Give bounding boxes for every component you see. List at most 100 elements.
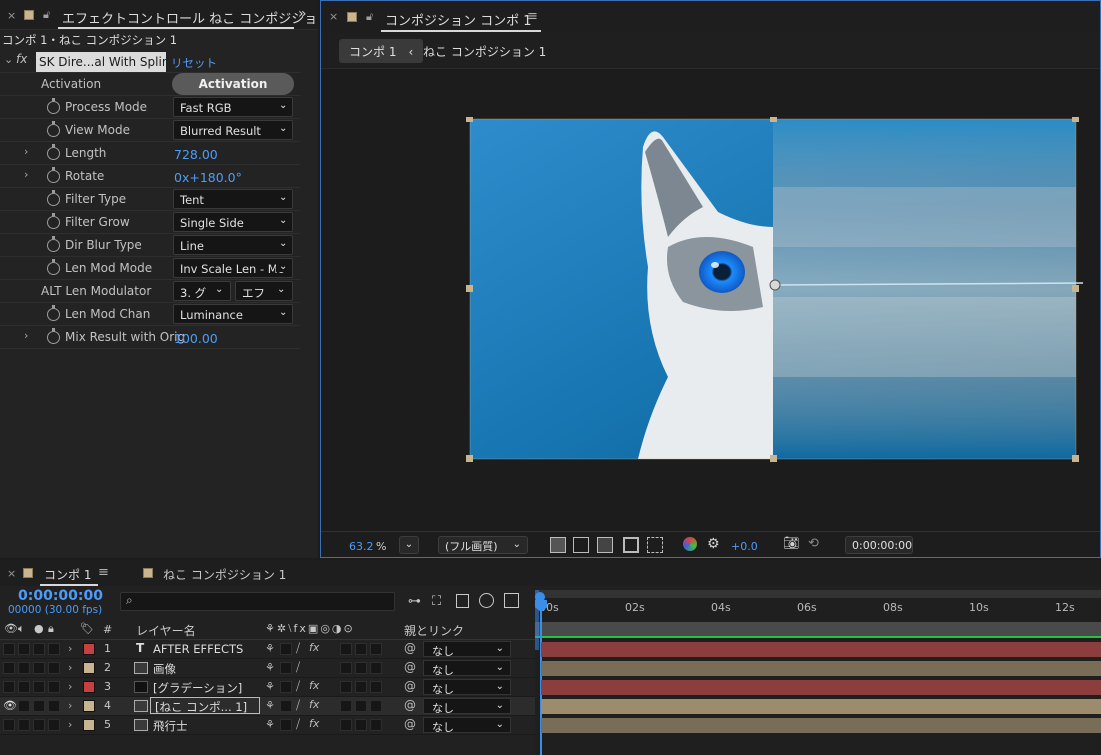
adjustment-switch[interactable]: [370, 643, 382, 655]
lock-toggle[interactable]: [48, 662, 60, 674]
pickwhip-icon[interactable]: @: [404, 717, 416, 731]
panel-menu-square-icon[interactable]: [23, 568, 33, 578]
twirl-right-icon[interactable]: ›: [68, 680, 72, 693]
stopwatch-icon[interactable]: [47, 213, 60, 229]
twirl-right-icon[interactable]: ›: [68, 699, 72, 712]
lock-toggle[interactable]: [48, 700, 60, 712]
property-value[interactable]: 100.00: [174, 331, 218, 346]
cat-image-layer[interactable]: [463, 117, 1083, 473]
pickwhip-icon[interactable]: @: [404, 660, 416, 674]
current-time-display[interactable]: 0:00:00:00: [845, 536, 913, 554]
layer-label-color[interactable]: [83, 700, 95, 712]
solo-toggle[interactable]: [33, 681, 45, 693]
motion-blur-icon[interactable]: [479, 593, 494, 608]
layer-name[interactable]: 画像: [153, 661, 176, 677]
solo-toggle[interactable]: [33, 662, 45, 674]
layer-duration-bar[interactable]: [541, 680, 1101, 695]
switches-header-icons[interactable]: ⚘✲⧵fx▣◎◑⊙: [265, 622, 355, 636]
property-dropdown[interactable]: Blurred Result: [173, 120, 293, 140]
color-management-icon[interactable]: ⚙: [707, 536, 720, 552]
lock-toggle[interactable]: [48, 681, 60, 693]
audio-toggle[interactable]: [18, 700, 30, 712]
reset-link[interactable]: リセット: [171, 55, 217, 71]
label-tag-header-icon[interactable]: 🏷︎: [80, 622, 94, 635]
close-icon[interactable]: ×: [329, 10, 338, 23]
lock-toggle[interactable]: [48, 719, 60, 731]
effect-switch-icon[interactable]: fx: [309, 717, 319, 730]
parent-dropdown[interactable]: なし ⌄: [423, 679, 511, 696]
work-area-range[interactable]: [535, 622, 1101, 636]
frame-blend-switch[interactable]: [340, 662, 352, 674]
motion-blur-switch[interactable]: [355, 700, 367, 712]
quality-switch-icon[interactable]: ⧸: [296, 660, 300, 675]
visibility-toggle[interactable]: [3, 643, 15, 655]
close-icon[interactable]: ×: [7, 9, 16, 22]
layer-search-input[interactable]: ⌕: [120, 592, 395, 611]
shy-switch-icon[interactable]: ⚘: [265, 680, 275, 693]
layer-row[interactable]: › 3 [グラデーション] ⚘ ⧸ fx @ なし ⌄: [0, 678, 535, 697]
hamburger-menu-icon[interactable]: ≡: [98, 565, 109, 580]
visibility-toggle[interactable]: [3, 681, 15, 693]
layer-name[interactable]: 飛行士: [153, 718, 188, 734]
current-comp-crumb[interactable]: ねこ コンポジション 1: [423, 43, 546, 60]
twirl-right-icon[interactable]: ›: [68, 718, 72, 731]
region-of-interest-icon[interactable]: [623, 537, 639, 553]
pickwhip-icon[interactable]: @: [404, 679, 416, 693]
adjustment-switch[interactable]: [370, 662, 382, 674]
hamburger-menu-icon[interactable]: ≡: [527, 9, 538, 24]
solo-header-icon[interactable]: ●: [34, 622, 44, 635]
layer-duration-bar[interactable]: [541, 718, 1101, 733]
shy-switch-icon[interactable]: ⚘: [265, 699, 275, 712]
collapse-switch[interactable]: [280, 719, 292, 731]
motion-blur-switch[interactable]: [355, 662, 367, 674]
lock-icon[interactable]: 🔓︎: [366, 10, 373, 24]
layer-name[interactable]: [グラデーション]: [153, 680, 242, 696]
effect-switch-icon[interactable]: fx: [309, 679, 319, 692]
layer-name-header[interactable]: レイヤー名: [136, 622, 196, 639]
shy-switch-icon[interactable]: ⚘: [265, 718, 275, 731]
layer-row[interactable]: › 5 飛行士 ⚘ ⧸ fx @ なし ⌄: [0, 716, 535, 735]
twirl-right-icon[interactable]: ›: [24, 168, 28, 181]
activation-button[interactable]: Activation: [172, 73, 294, 95]
eye-icon[interactable]: 👁︎: [3, 699, 17, 712]
exposure-value[interactable]: +0.0: [731, 540, 758, 553]
pickwhip-icon[interactable]: @: [404, 641, 416, 655]
audio-toggle[interactable]: [18, 719, 30, 731]
layer-row[interactable]: › 2 画像 ⚘ ⧸ @ なし ⌄: [0, 659, 535, 678]
resolution-dropdown[interactable]: (フル画質) ⌄: [438, 536, 528, 554]
frame-blend-switch[interactable]: [340, 643, 352, 655]
audio-header-icon[interactable]: 🔈︎: [18, 622, 25, 636]
time-graph-area[interactable]: 00s 02s 04s 06s 08s 10s 12s: [535, 590, 1101, 755]
property-dropdown[interactable]: Line: [173, 235, 293, 255]
parent-dropdown[interactable]: なし ⌄: [423, 717, 511, 734]
collapse-switch[interactable]: [280, 700, 292, 712]
pickwhip-icon[interactable]: @: [404, 698, 416, 712]
stopwatch-icon[interactable]: [47, 305, 60, 321]
twirl-right-icon[interactable]: ›: [24, 145, 28, 158]
audio-toggle[interactable]: [18, 662, 30, 674]
frame-blend-switch[interactable]: [340, 700, 352, 712]
effect-switch-icon[interactable]: fx: [309, 698, 319, 711]
collapse-switch[interactable]: [280, 681, 292, 693]
quality-switch-icon[interactable]: ⧸: [296, 679, 300, 694]
stopwatch-icon[interactable]: [47, 98, 60, 114]
lock-icon[interactable]: 🔓︎: [43, 8, 50, 22]
fx-toggle-icon[interactable]: fx: [16, 52, 27, 66]
comp-1-crumb-button[interactable]: コンポ 1 ‹: [339, 39, 424, 63]
comp-viewer[interactable]: [321, 69, 1100, 531]
composition-tab-title[interactable]: コンポジション コンポ 1: [385, 10, 532, 29]
adjustment-switch[interactable]: [370, 700, 382, 712]
parent-dropdown[interactable]: なし ⌄: [423, 641, 511, 658]
timeline-tab-neko[interactable]: ねこ コンポジション 1: [163, 566, 286, 583]
work-area-bar[interactable]: [535, 590, 1101, 598]
layer-label-color[interactable]: [83, 719, 95, 731]
stopwatch-icon[interactable]: [47, 236, 60, 252]
panel-menu-square-icon[interactable]: [24, 10, 34, 20]
shy-switch-icon[interactable]: ⚘: [265, 642, 275, 655]
twirl-right-icon[interactable]: ›: [24, 329, 28, 342]
collapse-switch[interactable]: [280, 662, 292, 674]
layer-duration-bar[interactable]: [541, 661, 1101, 676]
grid-guides-icon[interactable]: [647, 537, 663, 553]
zoom-dropdown-button[interactable]: ⌄: [399, 536, 419, 554]
color-channels-icon[interactable]: [683, 537, 697, 551]
